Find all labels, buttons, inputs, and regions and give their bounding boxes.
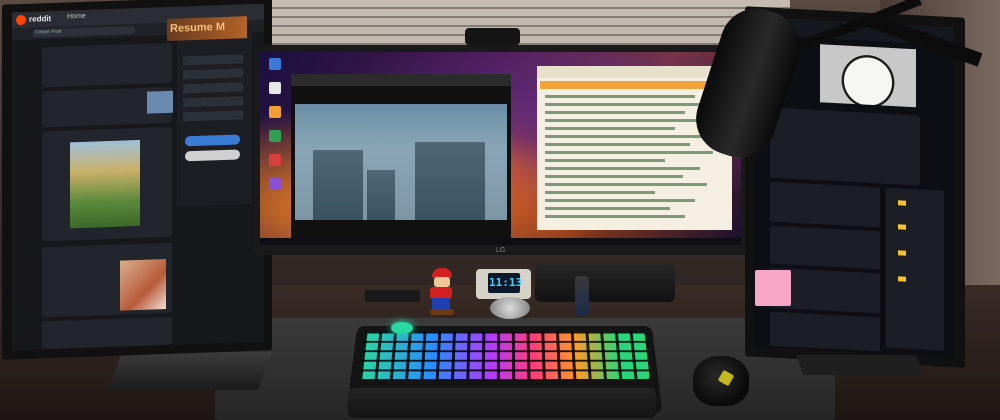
taskbar[interactable]: [260, 238, 741, 245]
reddit-sidebar: [177, 23, 252, 207]
create-post-input[interactable]: Create Post: [32, 26, 135, 38]
tag-badge: [898, 250, 906, 256]
building-silhouette: [415, 142, 485, 220]
editor-text-line: [545, 183, 707, 186]
webcam: [465, 28, 520, 45]
join-button[interactable]: [185, 134, 240, 147]
action-figure: [575, 276, 589, 316]
editor-highlight-row: [540, 81, 725, 89]
video-frame: [295, 104, 507, 220]
editor-text-line: [545, 199, 695, 202]
monitor-brand: LG: [496, 247, 506, 254]
editor-text-line: [545, 95, 695, 98]
reddit-brand: reddit: [29, 13, 52, 24]
desk-clock-time: 11:13: [489, 276, 523, 289]
editor-text-line: [545, 159, 665, 162]
usb-hub: [365, 290, 420, 302]
desktop-app-icon[interactable]: [269, 106, 281, 118]
reddit-logo-icon[interactable]: [16, 14, 26, 26]
editor-text-line: [545, 175, 683, 178]
mario-figure-shoes: [430, 309, 454, 315]
editor-text-line: [545, 135, 705, 138]
tag-badge: [898, 224, 906, 230]
monitor-stand-base: [535, 264, 675, 302]
feed-post[interactable]: [42, 316, 172, 350]
video-window-titlebar[interactable]: [291, 74, 511, 86]
desktop-app-icon[interactable]: [269, 82, 281, 94]
editor-text-line: [545, 127, 675, 130]
right-monitor-stand: [796, 355, 924, 375]
editor-titlebar[interactable]: [537, 66, 732, 78]
feed-post[interactable]: [42, 42, 172, 88]
article-card[interactable]: [770, 225, 880, 270]
editor-text-line: [545, 119, 715, 122]
desktop-icons: [265, 58, 287, 238]
tag-badge: [898, 200, 906, 206]
volume-knob-icon[interactable]: [391, 322, 413, 334]
left-monitor-stand: [108, 352, 272, 390]
mario-figure-face: [434, 277, 450, 287]
editor-text-line: [545, 151, 713, 154]
building-silhouette: [313, 150, 363, 220]
sidebar-listing[interactable]: [886, 187, 944, 351]
editor-text-line: [545, 215, 685, 218]
editor-text-line: [545, 167, 700, 170]
tag-badge: [898, 276, 906, 282]
wrist-rest: [348, 388, 656, 418]
home-tab[interactable]: Home: [67, 13, 86, 21]
left-monitor: reddit Home Create Post Resume M: [2, 0, 272, 360]
devto-logo-icon[interactable]: [755, 270, 791, 306]
sidebar-banner-text: Resume M: [170, 20, 226, 35]
feed-post-image: [70, 139, 140, 229]
desktop-app-icon[interactable]: [269, 58, 281, 70]
editor-text-line: [545, 143, 690, 146]
rgb-keyboard-keys[interactable]: [359, 331, 650, 380]
editor-text-line: [545, 111, 685, 114]
community-list: [183, 54, 243, 127]
article-card[interactable]: [770, 181, 880, 228]
building-silhouette: [367, 170, 395, 220]
editor-text-line: [545, 207, 670, 210]
desktop-app-icon[interactable]: [269, 154, 281, 166]
article-card[interactable]: [770, 311, 880, 352]
create-community-button[interactable]: [185, 149, 240, 162]
feed-thumbnail: [147, 90, 173, 114]
left-monitor-screen: reddit Home Create Post: [12, 3, 264, 351]
editor-text-line: [545, 103, 710, 106]
desktop-app-icon[interactable]: [269, 130, 281, 142]
feed-post-image: [120, 258, 166, 311]
editor-text-line: [545, 191, 655, 194]
desktop-app-icon[interactable]: [269, 178, 281, 190]
desk-clock-base: [490, 297, 530, 319]
article-card[interactable]: [770, 107, 920, 186]
